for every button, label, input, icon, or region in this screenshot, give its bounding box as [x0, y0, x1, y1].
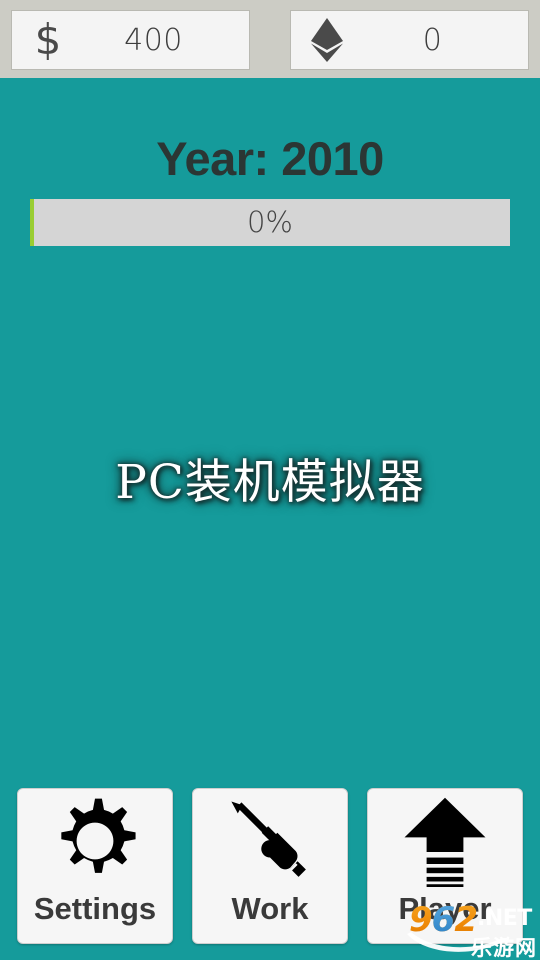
- watermark-domain: .NET: [477, 906, 532, 931]
- work-button-label: Work: [231, 891, 309, 926]
- dollar-sign-icon: $: [12, 19, 84, 61]
- top-status-bar: $ 400 0: [0, 0, 540, 78]
- site-watermark: 962 .NET 乐游网: [405, 898, 540, 960]
- settings-button[interactable]: Settings: [17, 788, 173, 944]
- year-label: Year: 2010: [156, 132, 384, 185]
- gear-icon: [18, 789, 172, 893]
- watermark-digit-1: 9: [409, 900, 432, 940]
- crypto-value: 0: [422, 22, 443, 58]
- progress-percent-label: 0%: [246, 205, 293, 239]
- work-button[interactable]: Work: [192, 788, 348, 944]
- watermark-digit-2: 6: [431, 900, 456, 940]
- year-progress-bar: 0%: [30, 199, 510, 246]
- watermark-number: 962: [409, 900, 477, 940]
- upload-arrow-icon: [368, 789, 522, 893]
- crypto-stat-box[interactable]: 0: [290, 10, 529, 70]
- screwdriver-icon: [193, 789, 347, 893]
- settings-button-label: Settings: [33, 891, 157, 926]
- watermark-site-name: 乐游网: [471, 936, 537, 960]
- dollar-glyph: $: [34, 15, 62, 64]
- money-value: 400: [124, 22, 183, 58]
- money-stat-box[interactable]: $ 400: [11, 10, 250, 70]
- game-title: PC装机模拟器: [115, 455, 425, 510]
- game-screen: $ 400 0 Year: 2010 0% PC装机模拟器 Settings W…: [0, 0, 540, 960]
- ethereum-icon: [291, 17, 363, 63]
